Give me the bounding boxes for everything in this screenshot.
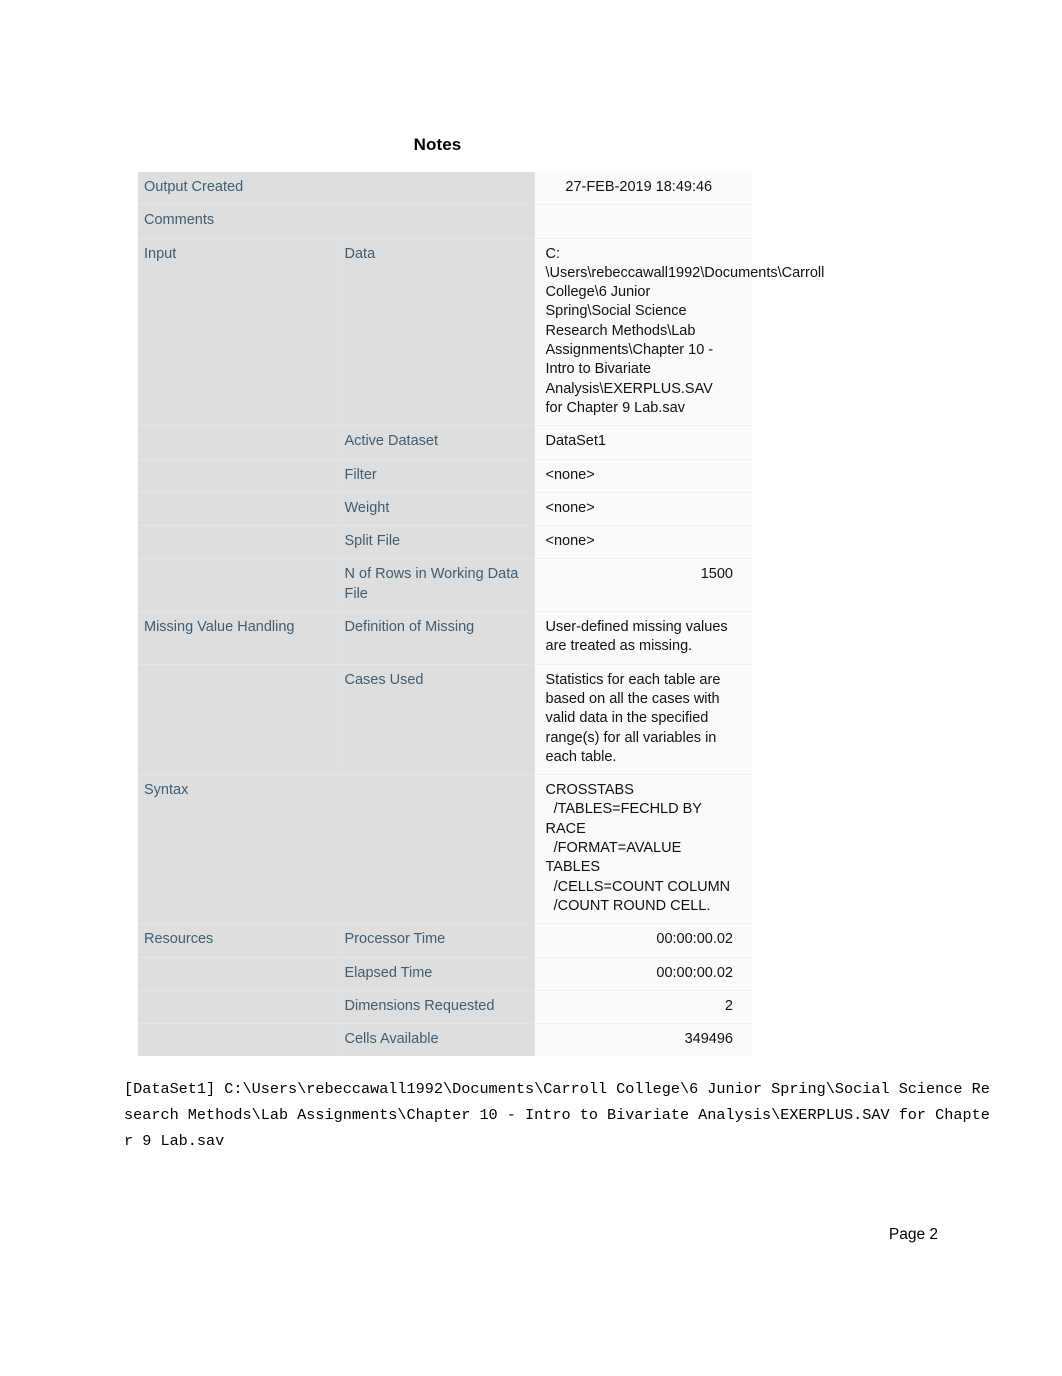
notes-sub-label: Active Dataset <box>338 425 535 460</box>
notes-row: Output Created 27-FEB-2019 18:49:46 <box>138 172 752 206</box>
notes-value: 349496 <box>534 1023 752 1057</box>
notes-group-label: Output Created <box>138 172 535 206</box>
notes-sub-label: Data <box>338 238 535 427</box>
notes-group-label <box>138 664 339 776</box>
notes-row: Cells Available 349496 <box>138 1023 752 1057</box>
notes-value: 1500 <box>534 558 752 613</box>
notes-row: Comments <box>138 204 752 239</box>
notes-value: 27-FEB-2019 18:49:46 <box>534 172 752 206</box>
notes-table: Output Created 27-FEB-2019 18:49:46 Commen… <box>138 172 824 1057</box>
notes-row: Input Data C: \Users\rebeccawall1992\Docum… <box>138 238 824 427</box>
notes-value: 00:00:00.02 <box>534 957 752 991</box>
notes-sub-label: Filter <box>338 459 535 493</box>
notes-row: N of Rows in Working Data File 1500 <box>138 558 752 613</box>
notes-sub-label: Weight <box>338 492 535 527</box>
notes-group-label: Input <box>138 238 339 427</box>
notes-value: C: \Users\rebeccawall1992\Documents\Carr… <box>534 238 824 427</box>
notes-group-label: Syntax <box>138 774 535 925</box>
notes-group-label <box>138 492 339 527</box>
notes-sub-label: Cells Available <box>338 1023 535 1057</box>
notes-sub-label: Dimensions Requested <box>338 990 535 1025</box>
notes-sub-label: N of Rows in Working Data File <box>338 558 535 613</box>
notes-row: Split File <none> <box>138 525 752 560</box>
notes-value: 2 <box>534 990 752 1025</box>
notes-row: Weight <none> <box>138 492 752 527</box>
notes-sub-label: Split File <box>338 525 535 560</box>
notes-value: 00:00:00.02 <box>534 923 752 958</box>
notes-value: CROSSTABS /TABLES=FECHLD BY RACE /FORMAT… <box>534 774 752 925</box>
notes-sub-label: Elapsed Time <box>338 957 535 991</box>
notes-row: Missing Value Handling Definition of Miss… <box>138 611 752 665</box>
notes-row: Elapsed Time 00:00:00.02 <box>138 957 752 991</box>
notes-row: Dimensions Requested 2 <box>138 990 752 1025</box>
notes-group-label <box>138 459 339 493</box>
notes-row: Cases Used Statistics for each table are … <box>138 664 752 776</box>
notes-value: <none> <box>534 492 752 527</box>
notes-row: Active Dataset DataSet1 <box>138 425 752 460</box>
notes-group-label <box>138 425 339 460</box>
notes-value: DataSet1 <box>534 425 752 460</box>
notes-value: <none> <box>534 459 752 493</box>
notes-group-label: Missing Value Handling <box>138 611 339 665</box>
notes-group-label: Resources <box>138 923 339 958</box>
notes-group-label: Comments <box>138 204 535 239</box>
notes-value <box>534 204 752 239</box>
notes-group-label <box>138 990 339 1025</box>
notes-table-body: Output Created 27-FEB-2019 18:49:46 Commen… <box>138 172 824 1057</box>
notes-value: Statistics for each table are based on a… <box>534 664 752 776</box>
notes-row: Syntax CROSSTABS /TABLES=FECHLD BY RACE /… <box>138 774 752 925</box>
notes-value: <none> <box>534 525 752 560</box>
notes-sub-label: Processor Time <box>338 923 535 958</box>
notes-sub-label: Cases Used <box>338 664 535 776</box>
notes-row: Filter <none> <box>138 459 752 493</box>
notes-group-label <box>138 525 339 560</box>
notes-sub-label: Definition of Missing <box>338 611 535 665</box>
notes-row: Resources Processor Time 00:00:00.02 <box>138 923 752 958</box>
notes-group-label <box>138 1023 339 1057</box>
notes-group-label <box>138 558 339 613</box>
page-number-footer: Page 2 <box>888 1226 938 1243</box>
notes-value: User-defined missing values are treated … <box>534 611 752 665</box>
dataset-log-text: [DataSet1] C:\Users\rebeccawall1992\Docu… <box>124 1080 990 1150</box>
notes-group-label <box>138 957 339 991</box>
page-title: Notes <box>413 135 462 154</box>
